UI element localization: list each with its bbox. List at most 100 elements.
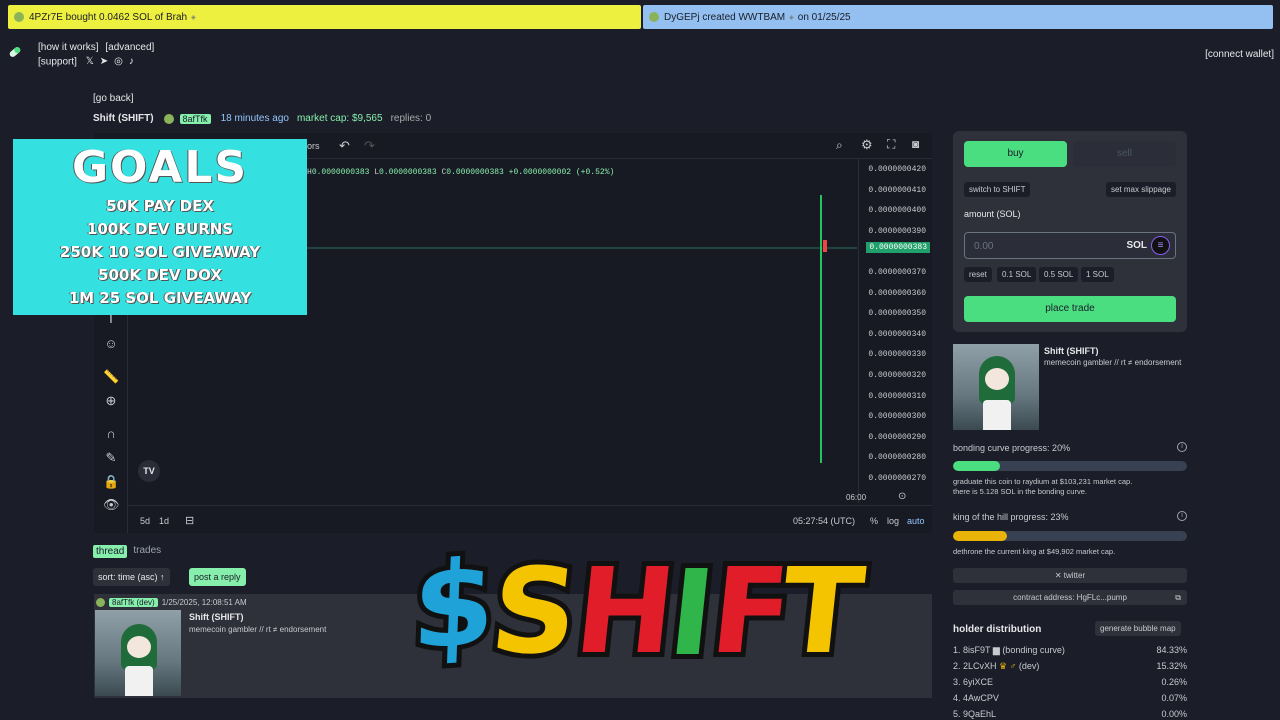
avatar-icon: ◈: [191, 14, 196, 21]
creator-avatar-icon: [163, 113, 174, 124]
indicators-button[interactable]: ors: [307, 141, 320, 151]
ruler-icon[interactable]: 📏: [103, 369, 119, 385]
buy-tab[interactable]: buy: [964, 141, 1067, 167]
emoji-tool-icon[interactable]: ☺: [103, 336, 119, 352]
preset-0-5-sol[interactable]: 0.5 SOL: [1039, 267, 1079, 282]
post-user-badge[interactable]: 8afTfk (dev): [109, 598, 158, 607]
copy-icon[interactable]: ⧉: [1175, 590, 1181, 605]
log-toggle[interactable]: log: [887, 516, 899, 526]
creator-badge[interactable]: 8afTfk: [179, 113, 211, 124]
holder-name: 3. 6yiXCE: [953, 677, 994, 687]
x-icon: ✕: [1054, 571, 1062, 580]
advanced-link[interactable]: [advanced]: [105, 42, 154, 53]
preset-1-sol[interactable]: 1 SOL: [1081, 267, 1114, 282]
x-icon[interactable]: 𝕏: [86, 55, 94, 69]
goal-line: 500K DEV DOX: [98, 266, 222, 284]
coin-image: [953, 344, 1039, 430]
holder-row[interactable]: 4. 4AwCPV 0.07%: [953, 693, 1187, 703]
settings-gear-icon[interactable]: ⚙: [861, 137, 873, 153]
redo-icon: ↷: [364, 138, 375, 153]
camera-icon[interactable]: ◙: [912, 137, 919, 151]
zoom-in-icon[interactable]: ⊕: [103, 393, 119, 409]
twitter-button[interactable]: ✕ twitter: [953, 568, 1187, 583]
current-price-label: 0.0000000383: [866, 242, 930, 253]
info-icon[interactable]: i: [1177, 442, 1187, 452]
instagram-icon[interactable]: ◎: [114, 55, 123, 69]
post-timestamp: 1/25/2025, 12:08:51 AM: [161, 598, 247, 607]
coin-card-title: Shift (SHIFT): [1044, 346, 1099, 356]
ticker-latest-trade[interactable]: 4PZr7E bought 0.0462 SOL of Brah ◈: [8, 5, 641, 29]
price-tick: 0.0000000410: [868, 185, 926, 195]
support-link[interactable]: [support]: [38, 57, 77, 68]
range-1d[interactable]: 1d: [159, 516, 169, 526]
scroll-to-realtime-icon[interactable]: ⊙: [898, 491, 906, 502]
calendar-range-icon[interactable]: ⊟: [185, 514, 194, 527]
holder-name: 5. 9QaEhL: [953, 709, 997, 719]
replies-count: replies: 0: [390, 113, 432, 124]
price-tick: 0.0000000350: [868, 309, 926, 319]
quick-search-icon[interactable]: ⌕: [836, 138, 843, 153]
auto-toggle[interactable]: auto: [907, 516, 925, 526]
coin-name: Shift (SHIFT): [93, 113, 154, 124]
post-reply-button[interactable]: post a reply: [189, 568, 246, 586]
switch-currency-button[interactable]: switch to SHIFT: [964, 182, 1031, 197]
holder-note: (bonding curve): [1002, 645, 1065, 655]
percent-toggle[interactable]: %: [870, 516, 878, 526]
market-cap: market cap: $9,565: [296, 113, 383, 124]
lock-icon[interactable]: 🔒: [103, 474, 119, 490]
preset-0-1-sol[interactable]: 0.1 SOL: [997, 267, 1037, 282]
eye-icon[interactable]: 👁: [103, 497, 120, 513]
tab-thread[interactable]: thread: [93, 545, 128, 558]
bonding-curve-note: graduate this coin to raydium at $103,23…: [953, 477, 1132, 497]
holder-row[interactable]: 1. 8isF9T ▆ (bonding curve) 84.33%: [953, 645, 1187, 656]
how-it-works-link[interactable]: [how it works]: [38, 42, 99, 53]
shift-logo-image: $ S H I F T: [408, 536, 874, 672]
pill-logo-icon[interactable]: [8, 45, 22, 59]
bubble-map-button[interactable]: generate bubble map: [1095, 621, 1181, 636]
trade-panel: buy sell switch to SHIFT set max slippag…: [953, 131, 1187, 332]
svg-text:$: $: [410, 536, 497, 672]
go-back-link[interactable]: [go back]: [93, 92, 134, 106]
price-tick: 0.0000000280: [868, 453, 926, 463]
tiktok-icon[interactable]: ♪: [129, 55, 134, 69]
holder-percent: 84.33%: [1156, 645, 1187, 655]
price-tick: 0.0000000290: [868, 432, 926, 442]
post-image[interactable]: [95, 610, 181, 696]
telegram-icon[interactable]: ➤: [100, 55, 108, 69]
price-axis[interactable]: 0.0000000420 0.0000000410 0.0000000400 0.00…: [858, 159, 932, 503]
pencil-lock-icon[interactable]: ✎: [103, 450, 119, 466]
holder-row[interactable]: 3. 6yiXCE 0.26%: [953, 677, 1187, 687]
preset-reset[interactable]: reset: [964, 267, 992, 282]
amount-placeholder: 0.00: [974, 241, 994, 252]
holder-row[interactable]: 5. 9QaEhL 0.00%: [953, 709, 1187, 719]
range-5d[interactable]: 5d: [140, 516, 150, 526]
sell-tab[interactable]: sell: [1073, 141, 1176, 167]
price-tick: 0.0000000390: [868, 226, 926, 236]
holder-name: 1. 8isF9T: [953, 645, 991, 655]
svg-text:T: T: [775, 542, 870, 672]
info-icon[interactable]: i: [1177, 511, 1187, 521]
post-title: Shift (SHIFT): [189, 612, 244, 622]
tab-trades[interactable]: trades: [133, 545, 161, 558]
magnet-icon[interactable]: ∩: [103, 426, 119, 442]
amount-label: amount (SOL): [964, 209, 1021, 219]
fullscreen-icon[interactable]: ⛶: [887, 137, 895, 152]
undo-icon[interactable]: ↶: [339, 138, 350, 154]
holder-percent: 0.26%: [1161, 677, 1187, 687]
ticker-latest-create[interactable]: DyGEPj created WWTBAM ◈ on 01/25/25: [643, 5, 1273, 29]
holder-percent: 0.07%: [1161, 693, 1187, 703]
bonding-curve-progress: [953, 461, 1187, 471]
goal-line: 1M 25 SOL GIVEAWAY: [68, 289, 252, 307]
candle: [823, 240, 827, 252]
utc-clock[interactable]: 05:27:54 (UTC): [793, 516, 855, 526]
sort-button[interactable]: sort: time (asc) ↑: [93, 568, 170, 586]
max-slippage-button[interactable]: set max slippage: [1105, 182, 1176, 197]
koth-label: king of the hill progress: 23%: [953, 512, 1069, 522]
amount-input[interactable]: 0.00 SOL ≡: [964, 232, 1176, 259]
coin-card-description: memecoin gambler // rt ≠ endorsement: [1044, 358, 1182, 367]
connect-wallet-button[interactable]: [connect wallet]: [1205, 48, 1274, 62]
holder-row[interactable]: 2. 2LCvXH ♛ ♂ (dev) 15.32%: [953, 661, 1187, 672]
place-trade-button[interactable]: place trade: [964, 296, 1176, 322]
goals-overlay-image: GOALS 50K PAY DEX 100K DEV BURNS 250K 10…: [13, 139, 307, 315]
contract-address[interactable]: contract address: HgFLc...pump ⧉: [953, 590, 1187, 605]
